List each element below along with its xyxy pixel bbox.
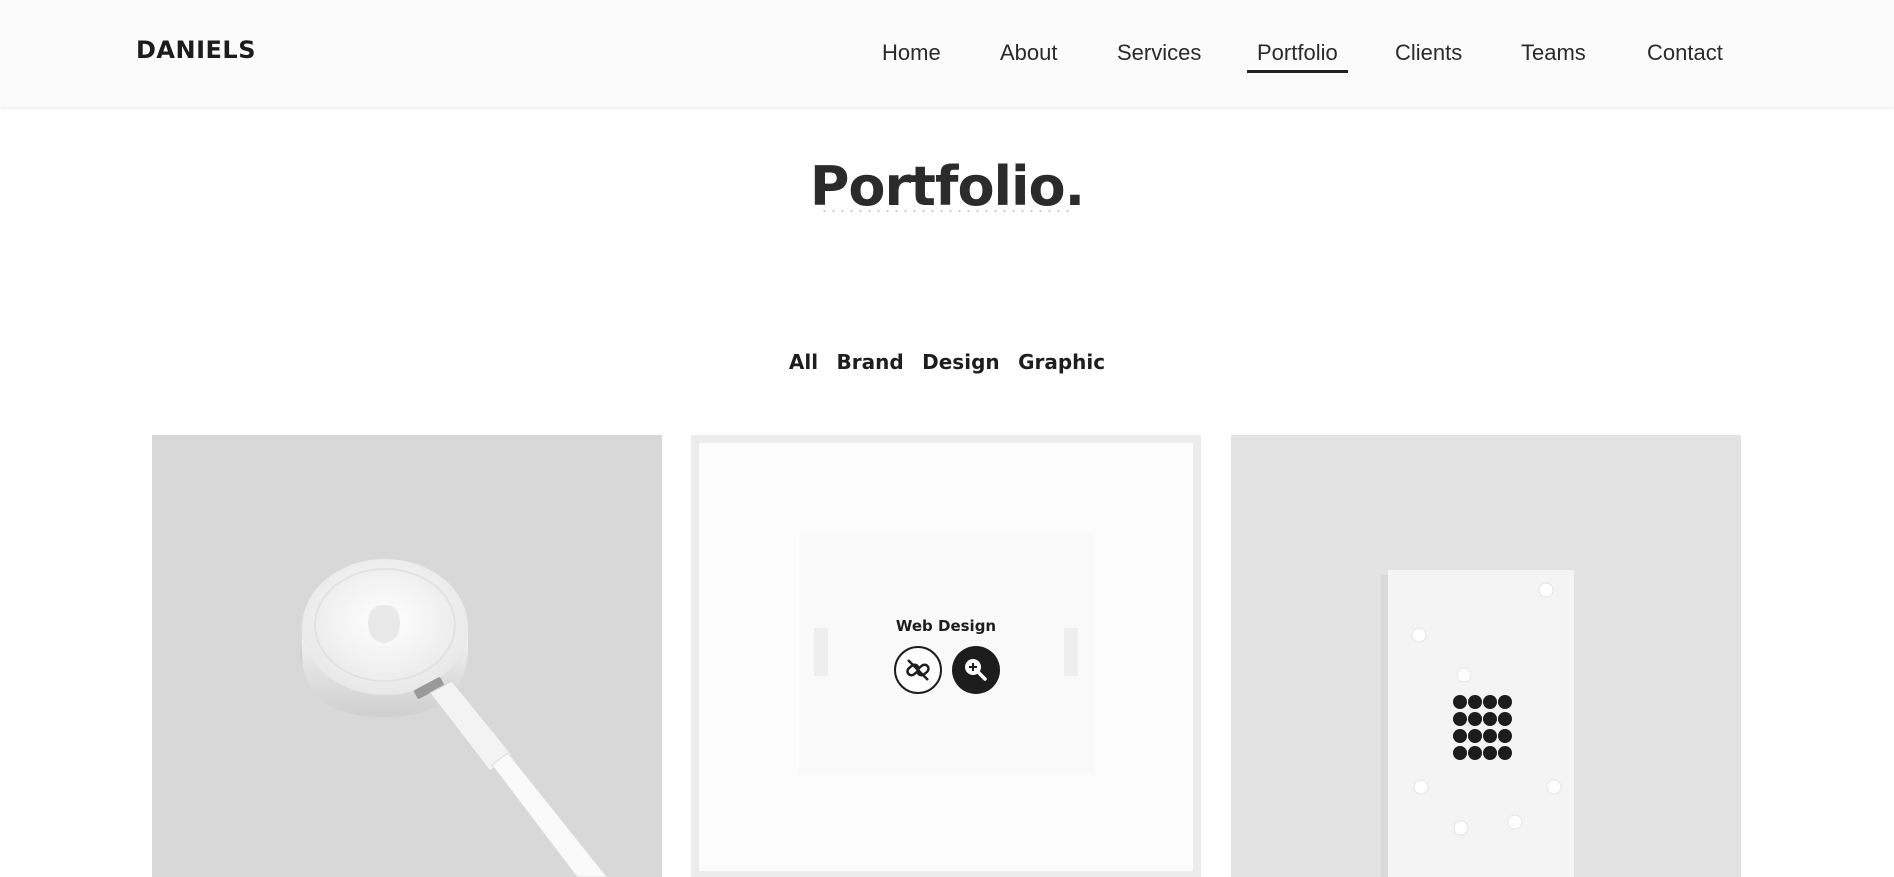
nav-contact[interactable]: Contact [1647, 40, 1723, 66]
card-inner: Web Design [699, 443, 1193, 871]
nav-teams[interactable]: Teams [1521, 40, 1586, 66]
nav-home[interactable]: Home [882, 40, 941, 66]
unlink-icon [906, 659, 930, 681]
nav-clients[interactable]: Clients [1395, 40, 1462, 66]
main-nav: Home About Services Portfolio Clients Te… [0, 40, 1894, 80]
business-card-image [1381, 570, 1574, 877]
title-underline [820, 210, 1072, 212]
portfolio-item-charger[interactable] [152, 435, 662, 877]
filter-graphic[interactable]: Graphic [1018, 350, 1105, 374]
nav-services[interactable]: Services [1117, 40, 1201, 66]
zoom-in-icon [965, 659, 987, 681]
watch-charger-image [300, 559, 608, 877]
portfolio-filters: All Brand Design Graphic [0, 350, 1894, 374]
item-hover-title: Web Design [895, 617, 997, 635]
portfolio-item-business-card[interactable] [1231, 435, 1741, 877]
nav-portfolio[interactable]: Portfolio [1247, 40, 1348, 73]
unlink-button[interactable] [894, 646, 942, 694]
web-design-mockup-image [799, 533, 1093, 773]
filter-all[interactable]: All [789, 350, 818, 374]
filter-design[interactable]: Design [922, 350, 999, 374]
zoom-button[interactable] [952, 646, 1000, 694]
portfolio-item-web-design[interactable]: Web Design [691, 435, 1201, 877]
filter-brand[interactable]: Brand [837, 350, 904, 374]
page-title: Portfolio. [809, 155, 1085, 218]
nav-about[interactable]: About [1000, 40, 1058, 66]
navbar: DANIELS Home About Services Portfolio Cl… [0, 0, 1894, 107]
